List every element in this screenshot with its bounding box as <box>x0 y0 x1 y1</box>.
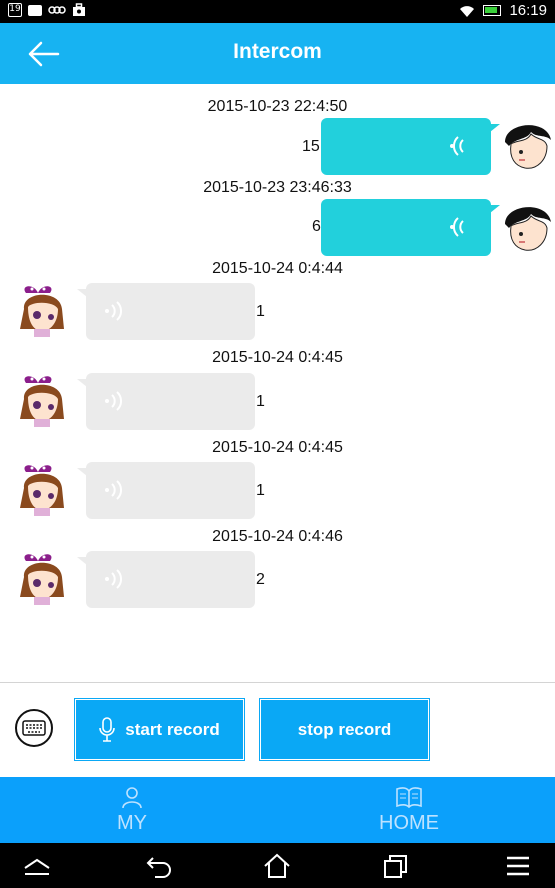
message-timestamp: 2015-10-24 0:4:45 <box>212 349 343 366</box>
book-icon <box>396 787 422 809</box>
back-icon[interactable] <box>145 852 173 880</box>
voice-duration: 15 <box>302 138 320 155</box>
voice-duration: 6 <box>312 218 321 235</box>
girl-avatar <box>20 376 64 427</box>
boy-avatar <box>505 125 551 169</box>
girl-avatar <box>20 465 64 516</box>
message-list[interactable]: 2015-10-23 22:4:50 15 2015-10-23 23:46:3… <box>0 84 555 682</box>
menu-icon[interactable] <box>504 852 532 880</box>
microphone-icon <box>99 716 116 742</box>
voice-message-bubble[interactable] <box>321 118 500 175</box>
stop-record-label: stop record <box>297 719 392 739</box>
nav-item-my[interactable]: MY <box>92 777 172 843</box>
image-icon <box>28 4 42 16</box>
stop-record-button[interactable]: stop record <box>260 699 429 760</box>
message-timestamp: 2015-10-23 22:4:50 <box>207 98 348 115</box>
system-navigation-bar <box>0 843 555 888</box>
person-icon <box>122 787 142 809</box>
voice-duration: 1 <box>256 482 265 499</box>
briefcase-icon <box>73 3 85 16</box>
voice-duration: 1 <box>256 393 265 410</box>
sound-wave-icon <box>105 301 123 321</box>
voice-duration: 1 <box>256 303 265 320</box>
sound-wave-icon <box>450 217 464 237</box>
girl-avatar <box>20 286 64 337</box>
message-timestamp: 2015-10-24 0:4:44 <box>212 260 343 277</box>
divider <box>0 682 555 683</box>
nav-item-home[interactable]: HOME <box>368 777 450 843</box>
voice-duration: 2 <box>256 571 265 588</box>
clock: 16:19 <box>509 2 547 19</box>
wifi-icon <box>460 5 475 17</box>
voice-message-bubble[interactable] <box>77 551 255 608</box>
home-icon[interactable] <box>263 852 291 880</box>
sound-wave-icon <box>105 480 123 500</box>
page-title: Intercom <box>233 40 322 63</box>
nav-label-home: HOME <box>379 812 439 834</box>
app-header: Intercom <box>0 23 555 84</box>
voice-message-bubble[interactable] <box>321 199 500 256</box>
chevron-up-icon[interactable] <box>23 852 51 880</box>
girl-avatar <box>20 554 64 605</box>
start-record-label: start record <box>125 719 220 739</box>
sound-wave-icon <box>105 391 123 411</box>
voice-message-bubble[interactable] <box>77 462 255 519</box>
start-record-button[interactable]: start record <box>75 699 244 760</box>
message-timestamp: 2015-10-24 0:4:45 <box>212 439 343 456</box>
recent-apps-icon[interactable] <box>382 852 410 880</box>
nav-label-my: MY <box>117 812 147 834</box>
status-bar: 19 16:19 <box>0 0 555 23</box>
battery-icon <box>483 5 502 16</box>
message-timestamp: 2015-10-23 23:46:33 <box>203 179 352 196</box>
keyboard-icon[interactable] <box>14 708 54 748</box>
bottom-navigation: MY HOME <box>0 777 555 843</box>
notification-19-icon: 19 <box>8 3 22 17</box>
message-timestamp: 2015-10-24 0:4:46 <box>212 528 343 545</box>
sound-wave-icon <box>105 569 123 589</box>
sound-wave-icon <box>450 136 464 156</box>
voice-message-bubble[interactable] <box>77 373 255 430</box>
eco-icon <box>48 6 66 14</box>
boy-avatar <box>505 207 551 251</box>
voice-message-bubble[interactable] <box>77 283 255 340</box>
